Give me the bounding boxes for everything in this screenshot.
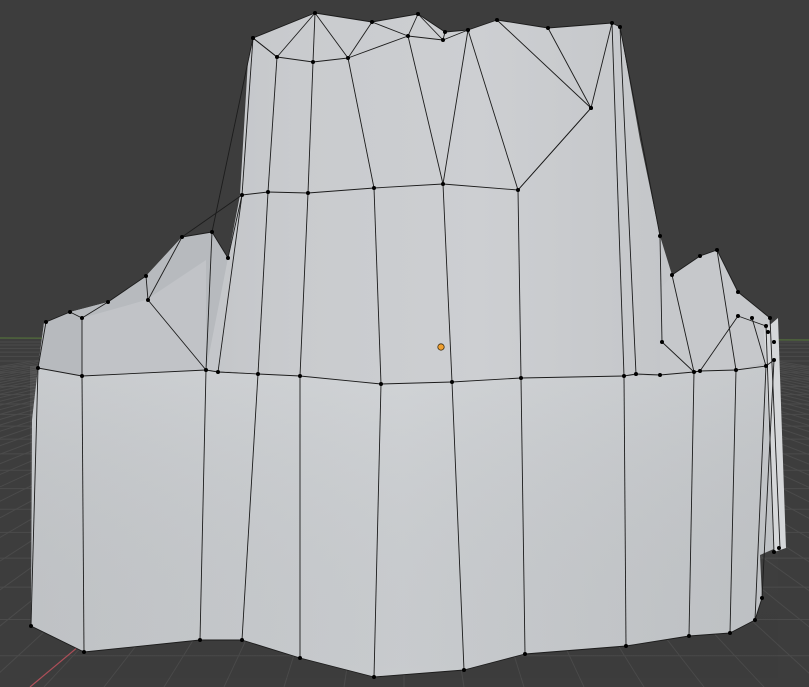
mesh-vertex[interactable]: [441, 182, 445, 186]
mesh-vertex[interactable]: [698, 369, 702, 373]
mesh-vertex[interactable]: [80, 374, 84, 378]
mesh-vertex[interactable]: [698, 254, 702, 258]
mesh-vertex[interactable]: [313, 11, 317, 15]
mesh-vertex[interactable]: [728, 631, 732, 635]
mesh-vertex[interactable]: [450, 380, 454, 384]
mesh-vertex[interactable]: [772, 358, 776, 362]
mesh-vertex[interactable]: [760, 596, 764, 600]
mesh-vertex[interactable]: [546, 26, 550, 30]
mesh-vertex[interactable]: [610, 21, 614, 25]
mesh-vertex[interactable]: [406, 34, 410, 38]
mesh-lower-tint: [30, 366, 778, 678]
mesh-vertex[interactable]: [256, 372, 260, 376]
mesh-vertex[interactable]: [624, 644, 628, 648]
mesh-vertex[interactable]: [44, 320, 48, 324]
mesh-vertex[interactable]: [523, 652, 527, 656]
mesh-vertex[interactable]: [687, 634, 691, 638]
mesh-vertex[interactable]: [306, 191, 310, 195]
mesh-vertex[interactable]: [216, 370, 220, 374]
mesh-vertex[interactable]: [466, 28, 470, 32]
mesh-vertex[interactable]: [198, 638, 202, 642]
mesh-vertex[interactable]: [768, 316, 772, 320]
mesh-vertex[interactable]: [618, 25, 622, 29]
mesh-vertex[interactable]: [346, 56, 350, 60]
mesh-vertex[interactable]: [634, 372, 638, 376]
mesh-vertex[interactable]: [764, 364, 768, 368]
mesh-vertex[interactable]: [670, 273, 674, 277]
mesh-vertex[interactable]: [736, 290, 740, 294]
mesh-vertex[interactable]: [753, 618, 757, 622]
mesh-vertex[interactable]: [658, 373, 662, 377]
mesh-vertex[interactable]: [146, 298, 150, 302]
mesh-vertex[interactable]: [251, 36, 255, 40]
mesh-vertex[interactable]: [240, 638, 244, 642]
mesh-vertex[interactable]: [144, 274, 148, 278]
mesh-vertex[interactable]: [416, 12, 420, 16]
mesh-vertex[interactable]: [443, 30, 447, 34]
mesh-vertex[interactable]: [692, 370, 696, 374]
mesh-vertex[interactable]: [106, 300, 110, 304]
mesh-vertex[interactable]: [660, 340, 664, 344]
mesh-vertex[interactable]: [180, 235, 184, 239]
mesh-vertex[interactable]: [372, 186, 376, 190]
mesh-vertex[interactable]: [240, 193, 244, 197]
mesh-vertex[interactable]: [311, 60, 315, 64]
mesh-vertex[interactable]: [29, 624, 33, 628]
mesh-vertex[interactable]: [275, 55, 279, 59]
mesh-vertex[interactable]: [764, 324, 768, 328]
mesh-vertex[interactable]: [82, 650, 86, 654]
mesh-vertex[interactable]: [210, 230, 214, 234]
mesh-vertex[interactable]: [495, 18, 499, 22]
mesh-vertex[interactable]: [462, 668, 466, 672]
3d-viewport[interactable]: [0, 0, 809, 687]
mesh-vertex[interactable]: [622, 374, 626, 378]
mesh-vertex[interactable]: [298, 374, 302, 378]
mesh-vertex[interactable]: [298, 656, 302, 660]
mesh-vertex[interactable]: [777, 546, 781, 550]
mesh-vertex[interactable]: [36, 366, 40, 370]
mesh-vertex[interactable]: [766, 330, 770, 334]
mesh-vertex[interactable]: [519, 376, 523, 380]
mesh-vertex[interactable]: [715, 248, 719, 252]
mesh-vertex[interactable]: [204, 368, 208, 372]
mesh-vertex[interactable]: [379, 382, 383, 386]
mesh-vertex[interactable]: [372, 675, 376, 679]
mesh-vertex[interactable]: [734, 368, 738, 372]
mesh-vertex[interactable]: [80, 316, 84, 320]
mesh-vertex[interactable]: [772, 340, 776, 344]
mesh-vertex[interactable]: [772, 550, 776, 554]
object-origin-icon[interactable]: [437, 343, 445, 351]
mesh-vertex[interactable]: [736, 314, 740, 318]
mesh-vertex[interactable]: [370, 20, 374, 24]
mesh-vertex[interactable]: [516, 188, 520, 192]
viewport-canvas[interactable]: [0, 0, 809, 687]
mesh-vertex[interactable]: [750, 316, 754, 320]
mesh-vertex[interactable]: [266, 190, 270, 194]
mesh-vertex[interactable]: [589, 106, 593, 110]
mesh-vertex[interactable]: [658, 234, 662, 238]
mesh-vertex[interactable]: [68, 310, 72, 314]
mesh-vertex[interactable]: [441, 38, 445, 42]
mesh-vertex[interactable]: [226, 256, 230, 260]
